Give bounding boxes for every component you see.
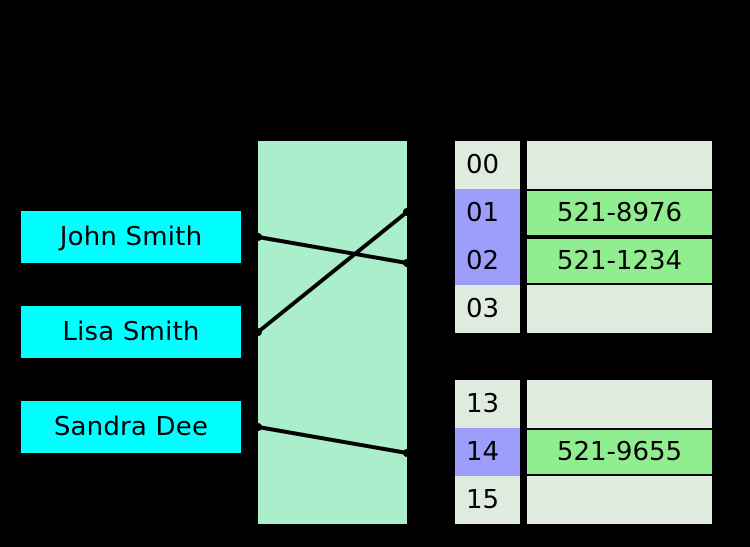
bucket-index-cell: 00: [455, 141, 520, 189]
key-label: Lisa Smith: [62, 317, 200, 347]
bucket-value-cell: [527, 380, 712, 428]
key-box-sandra-dee: Sandra Dee: [21, 401, 241, 453]
bucket-index-cell: 15: [455, 476, 520, 524]
bucket-index-cell: 14: [455, 428, 520, 476]
bucket-value-cell: [527, 141, 712, 189]
bucket-index-cell: 01: [455, 189, 520, 237]
bucket-value-column: 521-8976 521-1234: [527, 141, 712, 333]
bucket-value-cell: 521-9655: [527, 428, 712, 476]
bucket-index-cell: 13: [455, 380, 520, 428]
key-label: John Smith: [59, 222, 203, 252]
hash-table-diagram: John Smith Lisa Smith Sandra Dee 00 01 02 0…: [0, 0, 750, 547]
bucket-value-cell: 521-8976: [527, 189, 712, 237]
hash-table-top: 00 01 02 03 521-8976 521-1234: [455, 141, 712, 333]
bucket-value-cell: [527, 285, 712, 333]
bucket-value-column: 521-9655: [527, 380, 712, 524]
hash-function-box: [258, 141, 407, 524]
bucket-value-cell: 521-1234: [527, 237, 712, 285]
bucket-value-cell: [527, 476, 712, 524]
key-label: Sandra Dee: [53, 412, 209, 442]
hash-table-bottom: 13 14 15 521-9655: [455, 380, 712, 524]
bucket-index-column: 13 14 15: [455, 380, 520, 524]
bucket-index-cell: 02: [455, 237, 520, 285]
bucket-index-cell: 03: [455, 285, 520, 333]
bucket-index-column: 00 01 02 03: [455, 141, 520, 333]
key-box-john-smith: John Smith: [21, 211, 241, 263]
key-box-lisa-smith: Lisa Smith: [21, 306, 241, 358]
